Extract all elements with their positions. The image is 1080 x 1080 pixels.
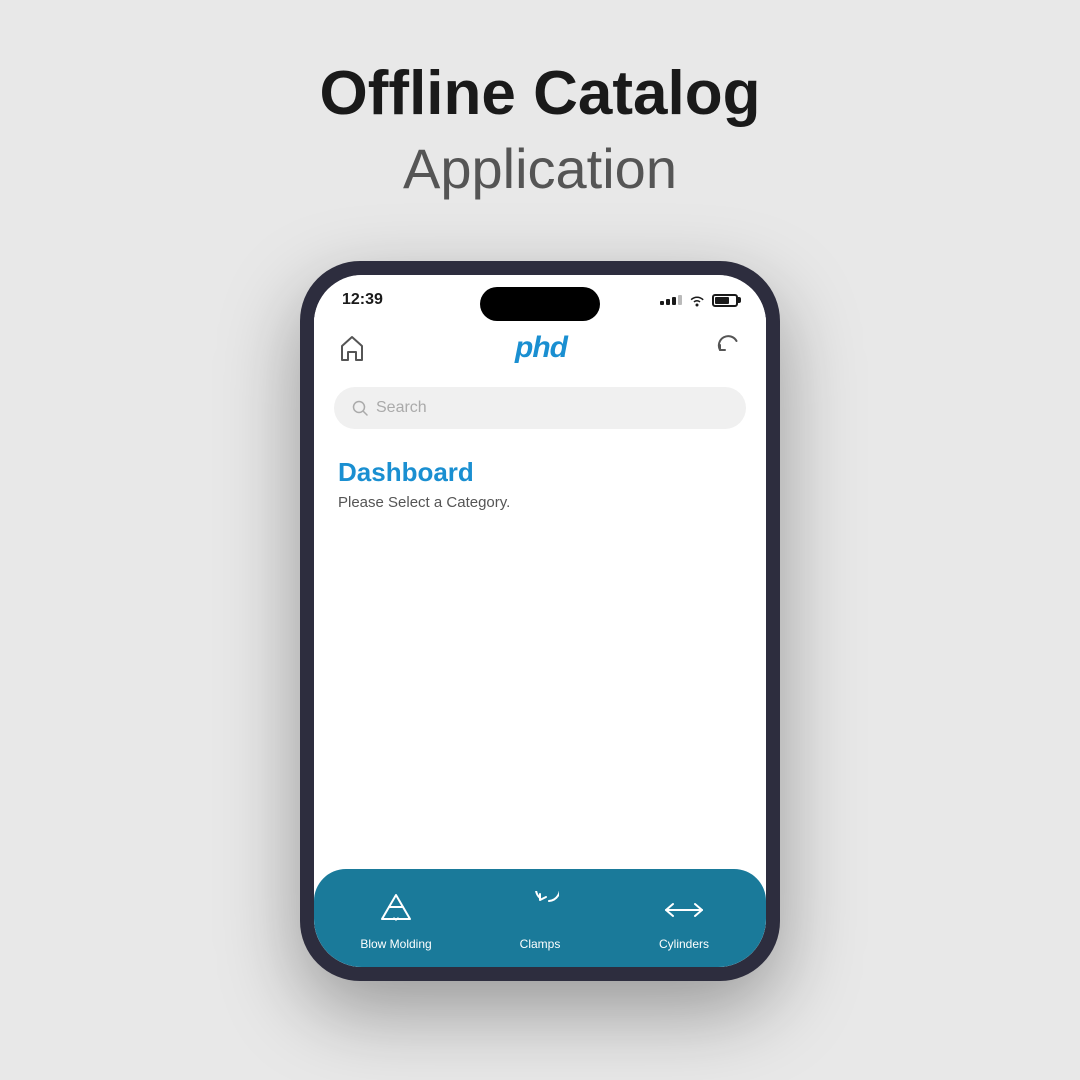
home-icon[interactable] [338,334,366,362]
page-header: Offline Catalog Application [320,60,761,201]
nav-item-blow-molding[interactable]: Blow Molding [351,889,441,951]
phone-screen: 12:39 [314,275,766,967]
page-title: Offline Catalog [320,60,761,128]
refresh-icon[interactable] [716,335,742,361]
nav-item-cylinders[interactable]: Cylinders [639,889,729,951]
dynamic-island [480,287,600,321]
search-bar[interactable]: Search [334,387,746,429]
dashboard-title: Dashboard [338,457,742,488]
app-header: phd [314,317,766,379]
nav-item-clamps[interactable]: Clamps [495,889,585,951]
app-content: phd Se [314,317,766,967]
battery-icon [712,294,738,307]
bottom-nav: Blow Molding Clamps [314,869,766,967]
search-placeholder: Search [376,399,427,417]
wifi-icon [688,293,706,307]
phone-frame: 12:39 [300,261,780,981]
page-subtitle: Application [320,136,761,201]
app-logo: phd [515,331,567,365]
status-icons [660,293,738,307]
cylinders-icon [663,889,705,931]
phone-mockup: 12:39 [300,261,780,981]
clamps-icon [519,889,561,931]
dashboard-subtitle: Please Select a Category. [338,494,742,511]
nav-label-clamps: Clamps [520,937,561,951]
search-icon [352,400,368,416]
dashboard-section: Dashboard Please Select a Category. [314,445,766,869]
nav-label-cylinders: Cylinders [659,937,709,951]
signal-icon [660,295,682,305]
status-time: 12:39 [342,291,383,309]
status-bar: 12:39 [314,275,766,317]
nav-label-blow-molding: Blow Molding [360,937,431,951]
blow-molding-icon [375,889,417,931]
